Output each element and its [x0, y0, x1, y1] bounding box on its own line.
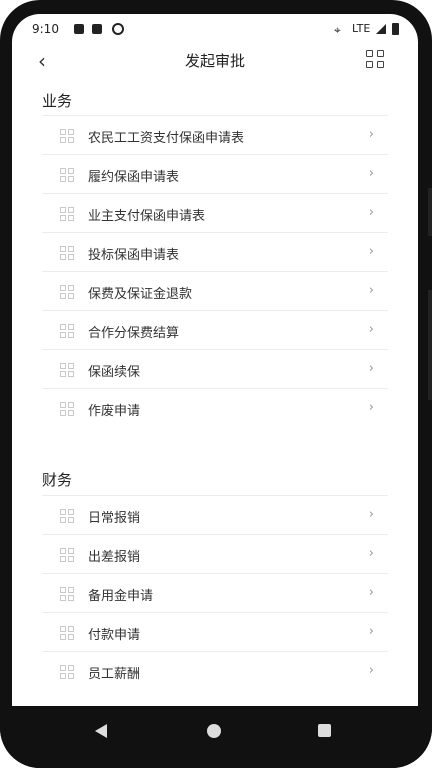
chevron-right-icon: ›: [368, 205, 374, 220]
list-item[interactable]: 出差报销 ›: [42, 534, 388, 573]
grid-icon: [60, 363, 74, 377]
list-item[interactable]: 日常报销 ›: [42, 495, 388, 534]
list-item-label: 备用金申请: [88, 589, 154, 604]
list-item-label: 保费及保证金退款: [88, 287, 193, 302]
list-item[interactable]: 付款申请 ›: [42, 612, 388, 651]
list-item[interactable]: 履约保函申请表 ›: [42, 154, 388, 193]
grid-icon: [60, 324, 74, 338]
chevron-right-icon: ›: [368, 283, 374, 298]
list-item[interactable]: 员工薪酬 ›: [42, 651, 388, 690]
signal-icon: [376, 24, 386, 34]
grid-icon: [60, 285, 74, 299]
grid-icon[interactable]: [366, 50, 385, 69]
status-time: 9:10: [32, 22, 59, 36]
location-icon: ⌖: [334, 23, 341, 37]
grid-icon: [60, 207, 74, 221]
chevron-right-icon: ›: [368, 546, 374, 561]
chevron-right-icon: ›: [368, 127, 374, 142]
status-bar: 9:10 ⌖ LTE: [12, 14, 418, 42]
page-title: 发起审批: [184, 52, 245, 70]
list-item-label: 付款申请: [88, 628, 141, 643]
grid-icon: [60, 168, 74, 182]
list-item-label: 作废申请: [88, 404, 141, 419]
list-item[interactable]: 备用金申请 ›: [42, 573, 388, 612]
list-item[interactable]: 保费及保证金退款 ›: [42, 271, 388, 310]
list-item-label: 业主支付保函申请表: [88, 209, 206, 224]
network-type: LTE: [352, 22, 371, 35]
list-item[interactable]: 保函续保 ›: [42, 349, 388, 388]
list-item[interactable]: 农民工工资支付保函申请表 ›: [42, 115, 388, 154]
list-item-label: 保函续保: [88, 365, 141, 380]
grid-icon: [60, 246, 74, 260]
grid-icon: [60, 129, 74, 143]
back-nav-icon[interactable]: [95, 724, 107, 738]
chevron-right-icon: ›: [368, 244, 374, 259]
list-item-label: 投标保函申请表: [88, 248, 180, 263]
home-nav-icon[interactable]: [207, 724, 221, 738]
chevron-right-icon: ›: [368, 400, 374, 415]
grid-icon: [60, 587, 74, 601]
grid-icon: [60, 402, 74, 416]
chevron-right-icon: ›: [368, 322, 374, 337]
app-screen: 9:10 ⌖ LTE ‹ 发起审批 业务 农民工工资支付保函申请表 › 履约保函申请…: [12, 14, 418, 706]
section-title-business: 业务: [42, 92, 73, 110]
list-item-label: 日常报销: [88, 511, 141, 526]
chevron-right-icon: ›: [368, 663, 374, 678]
business-list: 农民工工资支付保函申请表 › 履约保函申请表 › 业主支付保函申请表 › 投标保函申请表 › 保…: [42, 115, 388, 427]
chevron-right-icon: ›: [368, 585, 374, 600]
list-item[interactable]: 作废申请 ›: [42, 388, 388, 427]
side-button: [428, 290, 432, 400]
system-nav-bar: [0, 706, 432, 768]
section-title-finance: 财务: [42, 471, 73, 489]
volume-button: [428, 188, 432, 236]
battery-icon: [392, 23, 399, 35]
chevron-right-icon: ›: [368, 361, 374, 376]
grid-icon: [60, 665, 74, 679]
chevron-right-icon: ›: [368, 507, 374, 522]
list-item-label: 出差报销: [88, 550, 141, 565]
list-item-label: 员工薪酬: [88, 667, 141, 682]
list-item[interactable]: 投标保函申请表 ›: [42, 232, 388, 271]
list-item[interactable]: 业主支付保函申请表 ›: [42, 193, 388, 232]
list-item-label: 履约保函申请表: [88, 170, 180, 185]
top-app-bar: ‹ 发起审批: [12, 44, 418, 74]
finance-list: 日常报销 › 出差报销 › 备用金申请 › 付款申请 › 员工薪酬 ›: [42, 495, 388, 690]
sim-icon: [92, 24, 102, 34]
recents-nav-icon[interactable]: [318, 724, 331, 737]
list-item-label: 合作分保费结算: [88, 326, 180, 341]
sync-icon: [112, 23, 124, 35]
grid-icon: [60, 548, 74, 562]
grid-icon: [60, 509, 74, 523]
phone-frame: 9:10 ⌖ LTE ‹ 发起审批 业务 农民工工资支付保函申请表 › 履约保函申请…: [0, 0, 432, 768]
list-item-label: 农民工工资支付保函申请表: [88, 131, 245, 146]
chevron-right-icon: ›: [368, 624, 374, 639]
list-item[interactable]: 合作分保费结算 ›: [42, 310, 388, 349]
notification-icon: [74, 24, 84, 34]
chevron-right-icon: ›: [368, 166, 374, 181]
grid-icon: [60, 626, 74, 640]
